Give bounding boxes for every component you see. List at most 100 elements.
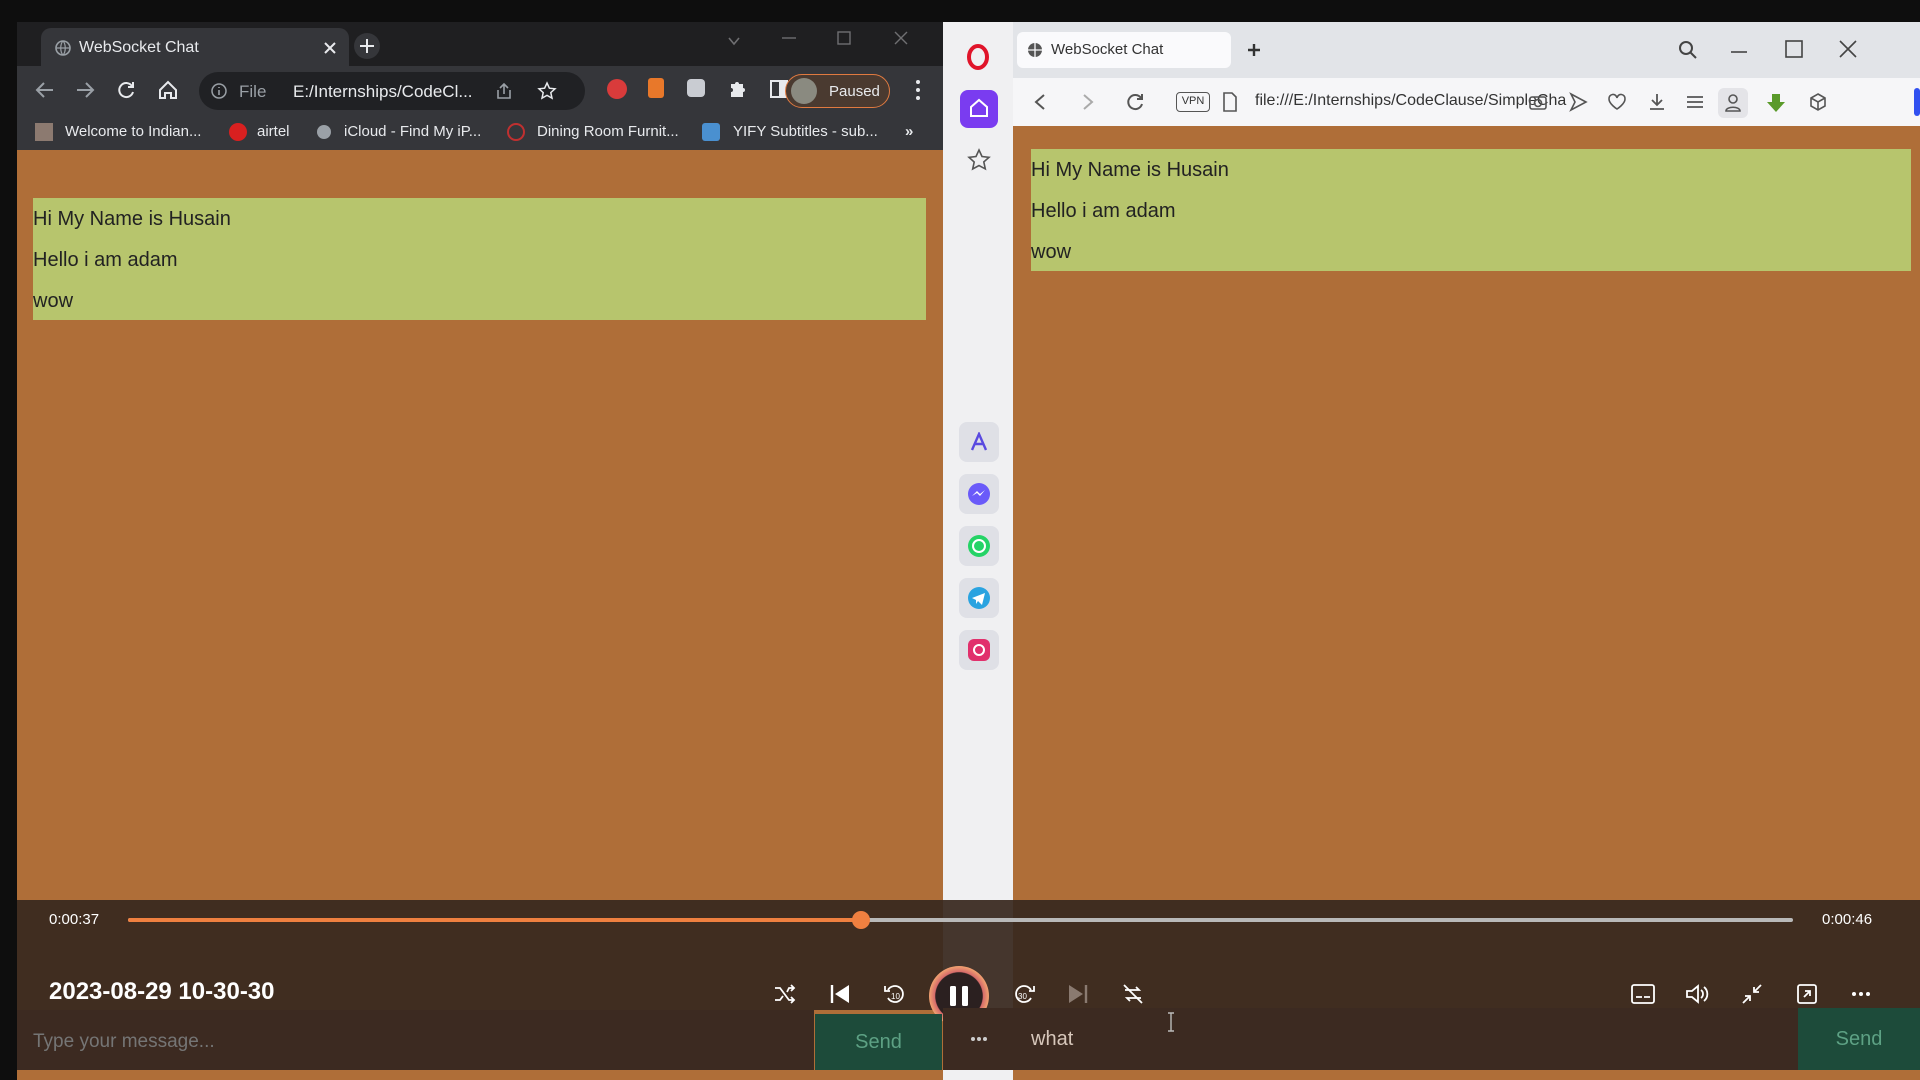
profile-paused-button[interactable]: Paused (785, 74, 890, 108)
next-icon[interactable] (1067, 983, 1089, 1005)
bookmark-item[interactable]: Dining Room Furnit... (537, 123, 679, 140)
chat-messages-box: Hi My Name is Husain Hello i am adam wow (1031, 149, 1911, 271)
minimize-icon[interactable] (782, 36, 796, 40)
seek-bar-progress (128, 918, 861, 922)
message-input[interactable] (17, 1014, 815, 1070)
menu-kebab-icon[interactable] (915, 79, 921, 101)
chat-message: wow (1031, 241, 1072, 263)
profile-button[interactable] (1718, 88, 1748, 118)
easy-setup-icon[interactable] (1685, 92, 1705, 112)
home-icon[interactable] (157, 79, 179, 101)
svg-text:10: 10 (891, 992, 900, 1001)
close-window-icon[interactable] (894, 31, 908, 45)
globe-icon (1028, 43, 1042, 57)
maximize-icon[interactable] (1785, 40, 1803, 58)
extensions-cube-icon[interactable] (1808, 92, 1828, 112)
chat-message: Hi My Name is Husain (33, 208, 231, 230)
maximize-icon[interactable] (837, 31, 851, 45)
share-icon[interactable] (495, 82, 513, 100)
send-flow-icon[interactable] (1568, 92, 1588, 112)
omnibox-url: E:/Internships/CodeCl... (293, 82, 473, 101)
aria-icon[interactable] (959, 422, 999, 462)
chat-message: Hello i am adam (33, 249, 178, 271)
pinboard-star-icon[interactable] (967, 148, 991, 172)
whatsapp-icon[interactable] (959, 526, 999, 566)
tab-title: WebSocket Chat (79, 39, 199, 56)
new-tab-icon[interactable] (353, 32, 381, 60)
home-button[interactable] (960, 90, 998, 128)
close-window-icon[interactable] (1839, 40, 1857, 58)
extension-shield-icon[interactable] (687, 79, 705, 97)
address-bar-url[interactable]: file:///E:/Internships/CodeClause/Simple… (1255, 92, 1566, 110)
minimize-icon[interactable] (1731, 50, 1747, 54)
message-input[interactable] (1015, 1008, 1798, 1070)
chrome-toolbar: File E:/Internships/CodeCl... Paused (17, 66, 943, 114)
extension-html5-icon[interactable] (648, 78, 664, 98)
home-icon (970, 98, 988, 117)
omnibox-scheme: File (239, 82, 267, 101)
opera-sidebar-footer (943, 1008, 1015, 1070)
accent-scroll-indicator (1914, 88, 1920, 116)
instagram-icon[interactable] (959, 630, 999, 670)
right-message-input-wrap (1015, 1008, 1798, 1070)
chat-message: Hi My Name is Husain (1031, 159, 1229, 181)
messenger-icon[interactable] (959, 474, 999, 514)
bookmarks-overflow[interactable]: » (905, 123, 913, 140)
opera-tab-strip: WebSocket Chat (1013, 22, 1920, 78)
tab-search-chevron-icon[interactable] (727, 34, 741, 48)
download-icon[interactable] (1647, 92, 1667, 112)
rewind-10-icon[interactable]: 10 (883, 981, 907, 1007)
exit-fullscreen-icon[interactable] (1741, 983, 1763, 1005)
page-icon (1223, 92, 1237, 112)
back-icon[interactable] (35, 80, 55, 100)
vpn-badge[interactable]: VPN (1176, 92, 1210, 112)
bookmark-favicon (35, 123, 53, 141)
omnibox[interactable]: File E:/Internships/CodeCl... (199, 72, 585, 110)
bookmark-star-icon[interactable] (537, 81, 557, 101)
search-icon[interactable] (1678, 40, 1698, 60)
send-button[interactable]: Send (1798, 1008, 1920, 1070)
send-button[interactable]: Send (815, 1014, 942, 1070)
back-icon[interactable] (1033, 93, 1047, 111)
sidebar-more-icon[interactable] (970, 1036, 988, 1042)
extensions-puzzle-icon[interactable] (727, 78, 749, 100)
bookmark-item[interactable]: YIFY Subtitles - sub... (733, 123, 878, 140)
bookmark-item[interactable]: iCloud - Find My iP... (344, 123, 481, 140)
opera-logo-icon[interactable] (966, 44, 990, 70)
forward-icon[interactable] (1081, 93, 1095, 111)
forward-icon[interactable] (75, 80, 95, 100)
avatar (791, 78, 817, 104)
bookmarks-bar: Welcome to Indian... airtel iCloud - Fin… (17, 114, 943, 150)
chat-message: Hello i am adam (1031, 200, 1176, 222)
shuffle-icon[interactable] (773, 983, 797, 1005)
close-tab-icon[interactable] (323, 41, 337, 55)
chrome-tab-websocket-chat[interactable]: WebSocket Chat (41, 28, 349, 66)
telegram-icon[interactable] (959, 578, 999, 618)
new-tab-icon[interactable] (1246, 42, 1262, 58)
heart-icon[interactable] (1607, 92, 1627, 112)
bookmark-item[interactable]: Welcome to Indian... (65, 123, 201, 140)
more-options-icon[interactable] (1851, 991, 1871, 997)
captions-icon[interactable] (1631, 984, 1655, 1004)
extension-download-arrow-icon[interactable] (1765, 92, 1787, 114)
elapsed-time: 0:00:37 (49, 911, 100, 928)
text-cursor-icon (1168, 1012, 1174, 1032)
miniplayer-icon[interactable] (1796, 983, 1818, 1005)
snapshot-camera-icon[interactable] (1528, 92, 1548, 112)
seek-handle[interactable] (852, 911, 870, 929)
extension-red-icon[interactable] (607, 79, 627, 99)
repeat-off-icon[interactable] (1121, 982, 1145, 1006)
profile-icon (1725, 94, 1741, 112)
forward-30-icon[interactable]: 30 (1012, 981, 1036, 1007)
chat-message: wow (33, 290, 74, 312)
bookmark-item[interactable]: airtel (257, 123, 290, 140)
reload-icon[interactable] (116, 80, 136, 100)
airtel-favicon (229, 123, 247, 141)
info-icon (211, 83, 227, 99)
volume-icon[interactable] (1685, 983, 1709, 1005)
opera-tab-websocket-chat[interactable]: WebSocket Chat (1017, 32, 1231, 68)
yify-favicon (702, 123, 720, 141)
dining-favicon (507, 123, 525, 141)
reload-icon[interactable] (1125, 92, 1145, 112)
previous-icon[interactable] (829, 983, 851, 1005)
